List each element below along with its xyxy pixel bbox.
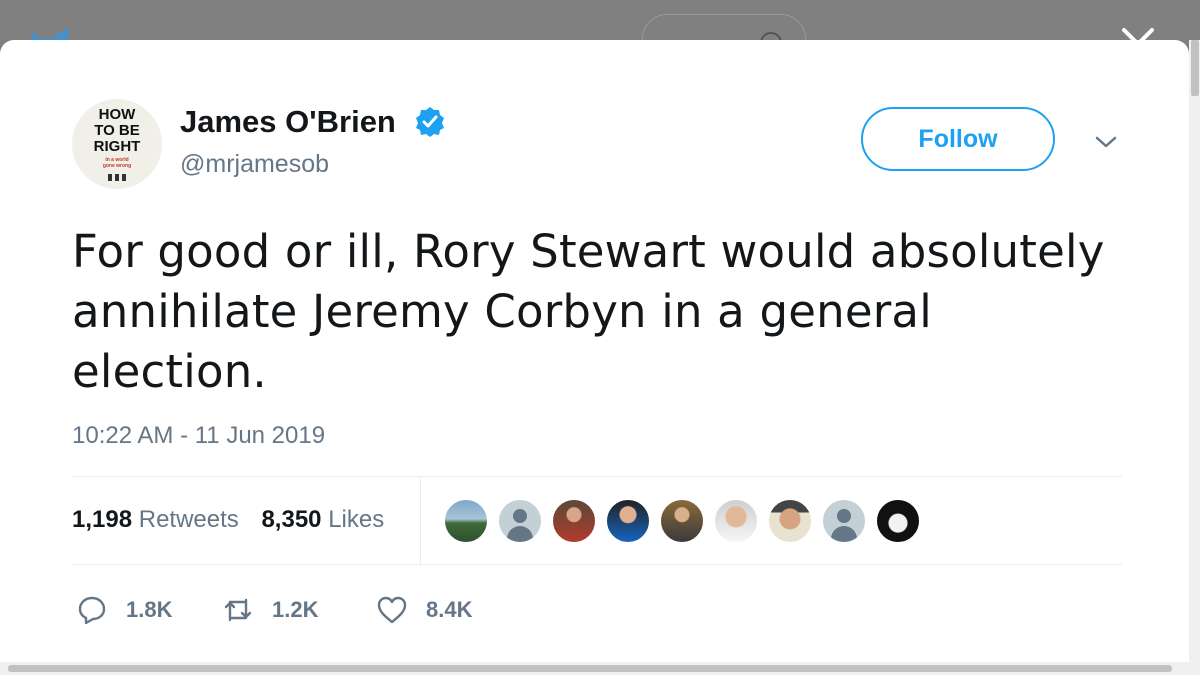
avatar-text-line: HOW — [98, 106, 136, 123]
reply-count: 1.8K — [126, 597, 173, 622]
tweet-timestamp[interactable]: 10:22 AM - 11 Jun 2019 — [72, 422, 325, 450]
liker-avatar[interactable] — [443, 498, 489, 544]
retweets-stat[interactable]: 1,198 Retweets — [72, 506, 239, 533]
liker-avatar[interactable] — [767, 498, 813, 544]
vertical-scrollbar[interactable] — [1189, 40, 1200, 675]
liker-avatar[interactable] — [497, 498, 543, 544]
liker-avatar[interactable] — [605, 498, 651, 544]
avatar-figures-graphic — [108, 174, 126, 181]
likes-stat[interactable]: 8,350 Likes — [261, 506, 384, 533]
author-handle[interactable]: @mrjamesob — [180, 150, 329, 179]
avatar[interactable]: HOW TO BE RIGHT in a world gone wrong — [72, 99, 162, 189]
divider — [72, 476, 1122, 477]
tweet-text-line: election. — [72, 345, 267, 398]
liker-avatar[interactable] — [875, 498, 921, 544]
tweet-text-line: annihilate Jeremy Corbyn in a general — [72, 285, 932, 338]
horizontal-scrollbar-thumb[interactable] — [8, 665, 1172, 672]
likes-count: 8,350 — [261, 506, 322, 533]
divider — [72, 564, 1122, 565]
chevron-down-icon[interactable] — [1094, 134, 1118, 150]
author-name[interactable]: James O'Brien — [180, 104, 396, 140]
retweet-icon — [224, 598, 252, 622]
retweets-label: Retweets — [138, 506, 239, 533]
liker-avatar[interactable] — [821, 498, 867, 544]
tweet-text-line: For good or ill, Rory Stewart would abso… — [72, 225, 1105, 278]
likes-label: Likes — [328, 506, 385, 533]
divider — [420, 477, 421, 564]
avatar-text-line: TO BE — [94, 122, 140, 139]
retweet-button[interactable]: 1.2K — [222, 592, 318, 628]
tweet-text: For good or ill, Rory Stewart would abso… — [72, 222, 1142, 402]
avatar-subtext-line: gone wrong — [102, 163, 132, 169]
liker-avatar[interactable] — [659, 498, 705, 544]
follow-button[interactable]: Follow — [861, 107, 1055, 171]
like-count: 8.4K — [426, 597, 473, 622]
like-icon — [377, 596, 407, 624]
tweet-stats: 1,198 Retweets 8,350 Likes — [72, 506, 400, 534]
retweet-count: 1.2K — [272, 597, 319, 622]
like-button[interactable]: 8.4K — [376, 592, 472, 628]
tweet-modal: HOW TO BE RIGHT in a world gone wrong Ja… — [0, 40, 1189, 662]
liker-avatar[interactable] — [713, 498, 759, 544]
retweets-count: 1,198 — [72, 506, 133, 533]
verified-badge-icon — [416, 107, 444, 137]
reply-button[interactable]: 1.8K — [76, 592, 172, 628]
vertical-scrollbar-thumb[interactable] — [1191, 40, 1199, 96]
avatar-text-line: RIGHT — [93, 138, 141, 155]
liker-avatar[interactable] — [551, 498, 597, 544]
reply-icon — [78, 596, 106, 625]
